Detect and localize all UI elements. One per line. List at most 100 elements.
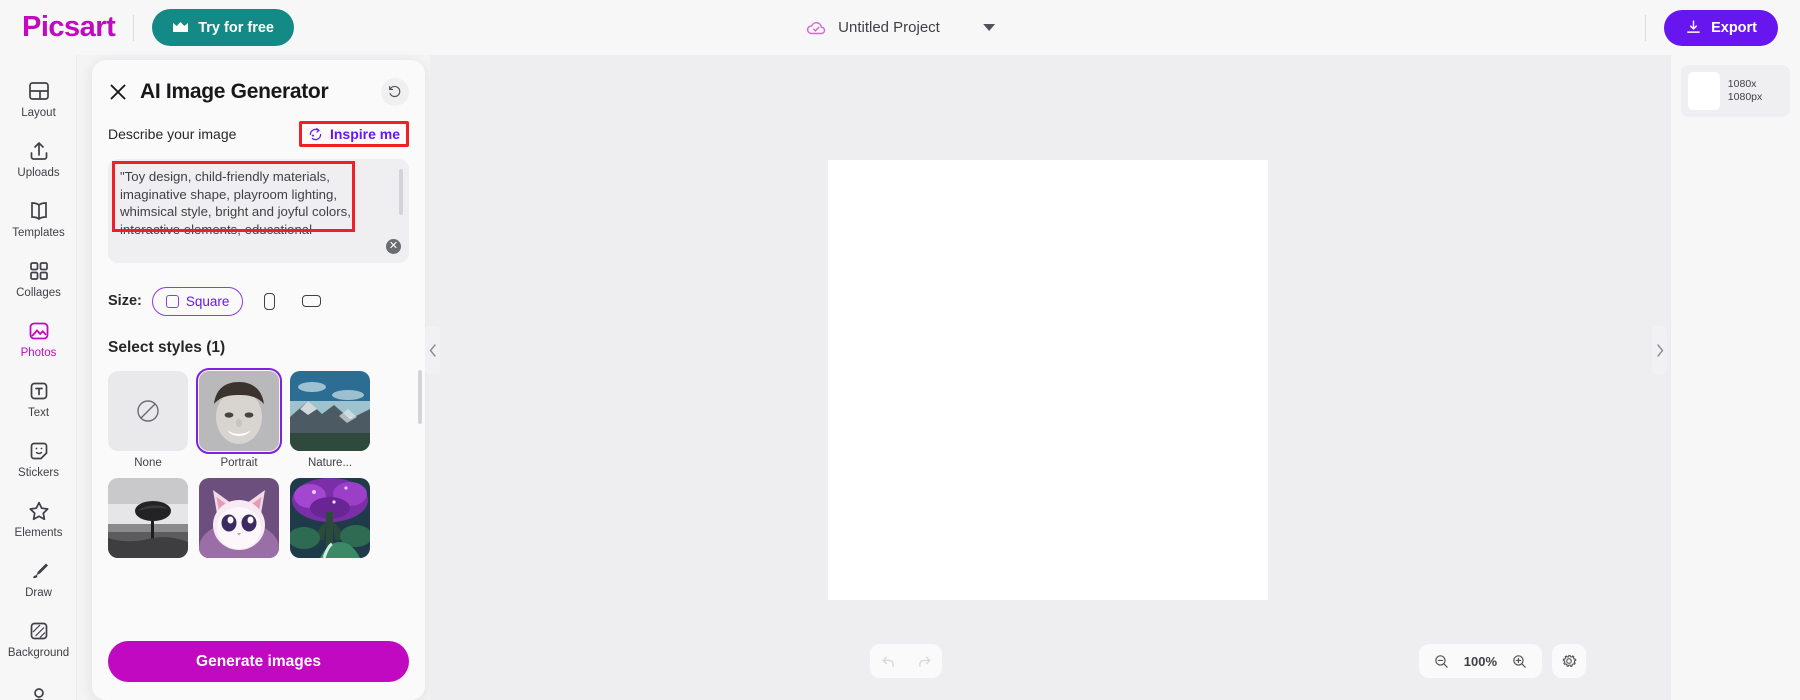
sidebar-item-draw[interactable]: Draw	[0, 549, 76, 609]
none-slash-icon	[137, 400, 159, 422]
style-thumbnail	[199, 478, 279, 558]
undo-redo-cluster	[870, 644, 942, 678]
page-title: AI Image Generator	[140, 80, 329, 103]
download-icon	[1687, 20, 1700, 33]
sparkle-refresh-icon	[309, 127, 322, 140]
zoom-in-icon[interactable]	[1511, 653, 1528, 670]
project-title-dropdown[interactable]: Untitled Project	[805, 0, 995, 55]
crown-icon	[173, 22, 189, 32]
chevron-down-icon[interactable]	[982, 24, 995, 31]
style-option-fluffy-cat[interactable]	[199, 478, 279, 564]
left-tool-rail: Layout Uploads Templates Collages Photos…	[0, 55, 77, 700]
pages-panel: 1080x 1080px	[1670, 55, 1800, 700]
page-thumbnail	[1688, 72, 1720, 110]
project-name: Untitled Project	[838, 19, 940, 36]
sidebar-item-person[interactable]	[0, 669, 76, 700]
style-thumbnail	[108, 371, 188, 451]
clear-prompt-button[interactable]: ✕	[386, 239, 401, 254]
sticker-icon	[30, 442, 47, 460]
style-option-fantasy-tree[interactable]	[290, 478, 370, 564]
sidebar-item-uploads[interactable]: Uploads	[0, 129, 76, 189]
size-option-landscape[interactable]	[295, 287, 327, 316]
styles-grid: None Portrait Nature...	[92, 357, 425, 564]
size-option-label: Square	[185, 293, 230, 309]
select-styles-title: Select styles (1)	[108, 339, 226, 356]
sidebar-item-label: Layout	[21, 106, 56, 119]
cloud-check-icon	[806, 21, 826, 34]
prompt-value: "Toy design, child-friendly materials, i…	[120, 169, 355, 237]
picsart-editor: Picsart Try for free Untitled Project Ex…	[0, 0, 1800, 700]
settings-button[interactable]	[1552, 644, 1586, 678]
person-icon	[33, 687, 44, 700]
style-thumbnail	[196, 368, 282, 454]
picsart-logo[interactable]: Picsart	[22, 13, 116, 42]
canvas-area[interactable]: 100%	[430, 55, 1670, 700]
page-dimensions: 1080x 1080px	[1727, 78, 1763, 103]
close-icon[interactable]	[108, 82, 128, 102]
style-option-none[interactable]: None	[108, 371, 188, 469]
style-option-portrait[interactable]: Portrait	[196, 368, 282, 469]
sidebar-item-photos[interactable]: Photos	[0, 309, 76, 369]
inspire-me-button[interactable]: Inspire me	[308, 126, 400, 142]
style-thumbnail	[290, 371, 370, 451]
inspire-me-label: Inspire me	[329, 126, 400, 142]
panel-scrollbar[interactable]	[418, 370, 422, 424]
history-button[interactable]	[381, 78, 409, 106]
book-icon	[30, 201, 47, 220]
size-option-square[interactable]: Square	[151, 286, 244, 316]
sidebar-item-label: Stickers	[18, 466, 59, 479]
prompt-textarea[interactable]: "Toy design, child-friendly materials, i…	[108, 159, 409, 263]
sidebar-item-label: Draw	[25, 586, 52, 599]
page-thumbnail-card[interactable]: 1080x 1080px	[1681, 65, 1790, 117]
sidebar-item-label: Templates	[12, 226, 65, 239]
size-label: Size:	[108, 293, 142, 309]
sidebar-item-collages[interactable]: Collages	[0, 249, 76, 309]
sidebar-item-background[interactable]: Background	[0, 609, 76, 669]
grid-icon	[29, 261, 48, 280]
chevron-right-icon	[1656, 343, 1663, 357]
fantasy-tree-photo	[290, 478, 370, 558]
sidebar-item-layout[interactable]: Layout	[0, 69, 76, 129]
collapse-left-panel-handle[interactable]	[425, 326, 440, 374]
divider	[1645, 14, 1647, 41]
generate-images-button[interactable]: Generate images	[108, 641, 409, 682]
sidebar-item-templates[interactable]: Templates	[0, 189, 76, 249]
zoom-cluster: 100%	[1418, 644, 1542, 678]
sidebar-item-stickers[interactable]: Stickers	[0, 429, 76, 489]
export-button[interactable]: Export	[1664, 9, 1778, 46]
chevron-left-icon	[429, 343, 436, 357]
sidebar-item-label: Background	[7, 646, 70, 659]
divider	[133, 14, 135, 41]
style-option-bw-landscape[interactable]	[108, 478, 188, 564]
brush-icon	[32, 563, 48, 578]
photo-icon	[29, 322, 48, 340]
layout-icon	[28, 81, 49, 100]
try-for-free-label: Try for free	[198, 19, 274, 36]
artboard[interactable]	[828, 160, 1268, 600]
style-label: None	[134, 457, 162, 469]
try-for-free-button[interactable]: Try for free	[152, 9, 294, 46]
style-option-nature[interactable]: Nature...	[290, 371, 370, 469]
text-icon	[30, 382, 47, 400]
zoom-out-icon[interactable]	[1433, 653, 1450, 670]
sidebar-item-text[interactable]: Text	[0, 369, 76, 429]
panel-header: AI Image Generator	[92, 60, 425, 108]
portrait-icon	[263, 292, 275, 310]
sidebar-item-elements[interactable]: Elements	[0, 489, 76, 549]
collapse-right-panel-handle[interactable]	[1652, 326, 1667, 374]
size-option-portrait[interactable]	[253, 287, 285, 316]
sidebar-item-label: Elements	[14, 526, 63, 539]
size-selector: Size: Square	[92, 285, 425, 317]
prompt-scrollbar[interactable]	[399, 169, 403, 215]
portrait-boy-photo	[199, 371, 279, 451]
style-label: Portrait	[220, 457, 258, 469]
hatch-icon	[30, 622, 47, 640]
style-thumbnail	[290, 478, 370, 558]
sidebar-item-label: Uploads	[17, 166, 60, 179]
style-label: Nature...	[307, 457, 353, 469]
undo-icon[interactable]	[880, 653, 897, 670]
redo-icon[interactable]	[916, 653, 933, 670]
upload-icon	[30, 141, 47, 160]
fluffy-cat-photo	[199, 478, 279, 558]
ai-image-generator-panel: AI Image Generator Describe your image I…	[92, 60, 425, 700]
